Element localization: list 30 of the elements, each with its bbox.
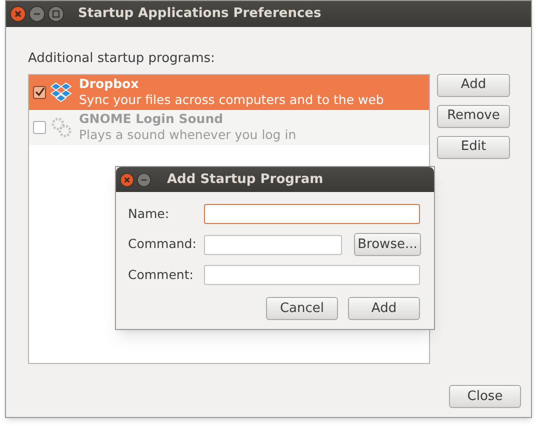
field-label: Comment:	[128, 266, 194, 284]
text-field[interactable]	[204, 234, 342, 254]
side-button[interactable]: Remove	[437, 104, 510, 128]
dialog-title: Add Startup Program	[167, 170, 324, 189]
side-button[interactable]: Add	[437, 74, 510, 96]
program-name: Dropbox	[79, 76, 140, 92]
text-field[interactable]	[204, 204, 420, 224]
browse-button[interactable]: Browse...	[354, 233, 421, 256]
maximize-icon[interactable]	[48, 6, 64, 22]
checkbox[interactable]	[33, 86, 46, 98]
text-field[interactable]	[204, 265, 420, 285]
field-label: Name:	[128, 204, 170, 223]
side-button[interactable]: Edit	[437, 136, 510, 158]
checkbox[interactable]	[33, 120, 46, 134]
check-icon	[34, 87, 44, 97]
gears-icon	[50, 116, 72, 138]
dialog-button[interactable]: Add	[348, 297, 420, 320]
list-label: Additional startup programs:	[28, 50, 216, 68]
close-button[interactable]: Close	[449, 385, 521, 408]
minimize-icon[interactable]	[137, 172, 151, 186]
window-title: Startup Applications Preferences	[78, 5, 322, 24]
program-description: Plays a sound whenever you log in	[79, 127, 296, 143]
dialog-button[interactable]: Cancel	[266, 297, 338, 320]
field-label: Command:	[128, 235, 198, 254]
program-name: GNOME Login Sound	[79, 111, 224, 127]
close-icon[interactable]	[120, 172, 134, 186]
box-icon	[50, 82, 72, 102]
close-icon[interactable]	[10, 6, 26, 22]
minimize-icon[interactable]	[29, 6, 45, 22]
program-description: Sync your files across computers and to the web	[79, 92, 384, 108]
